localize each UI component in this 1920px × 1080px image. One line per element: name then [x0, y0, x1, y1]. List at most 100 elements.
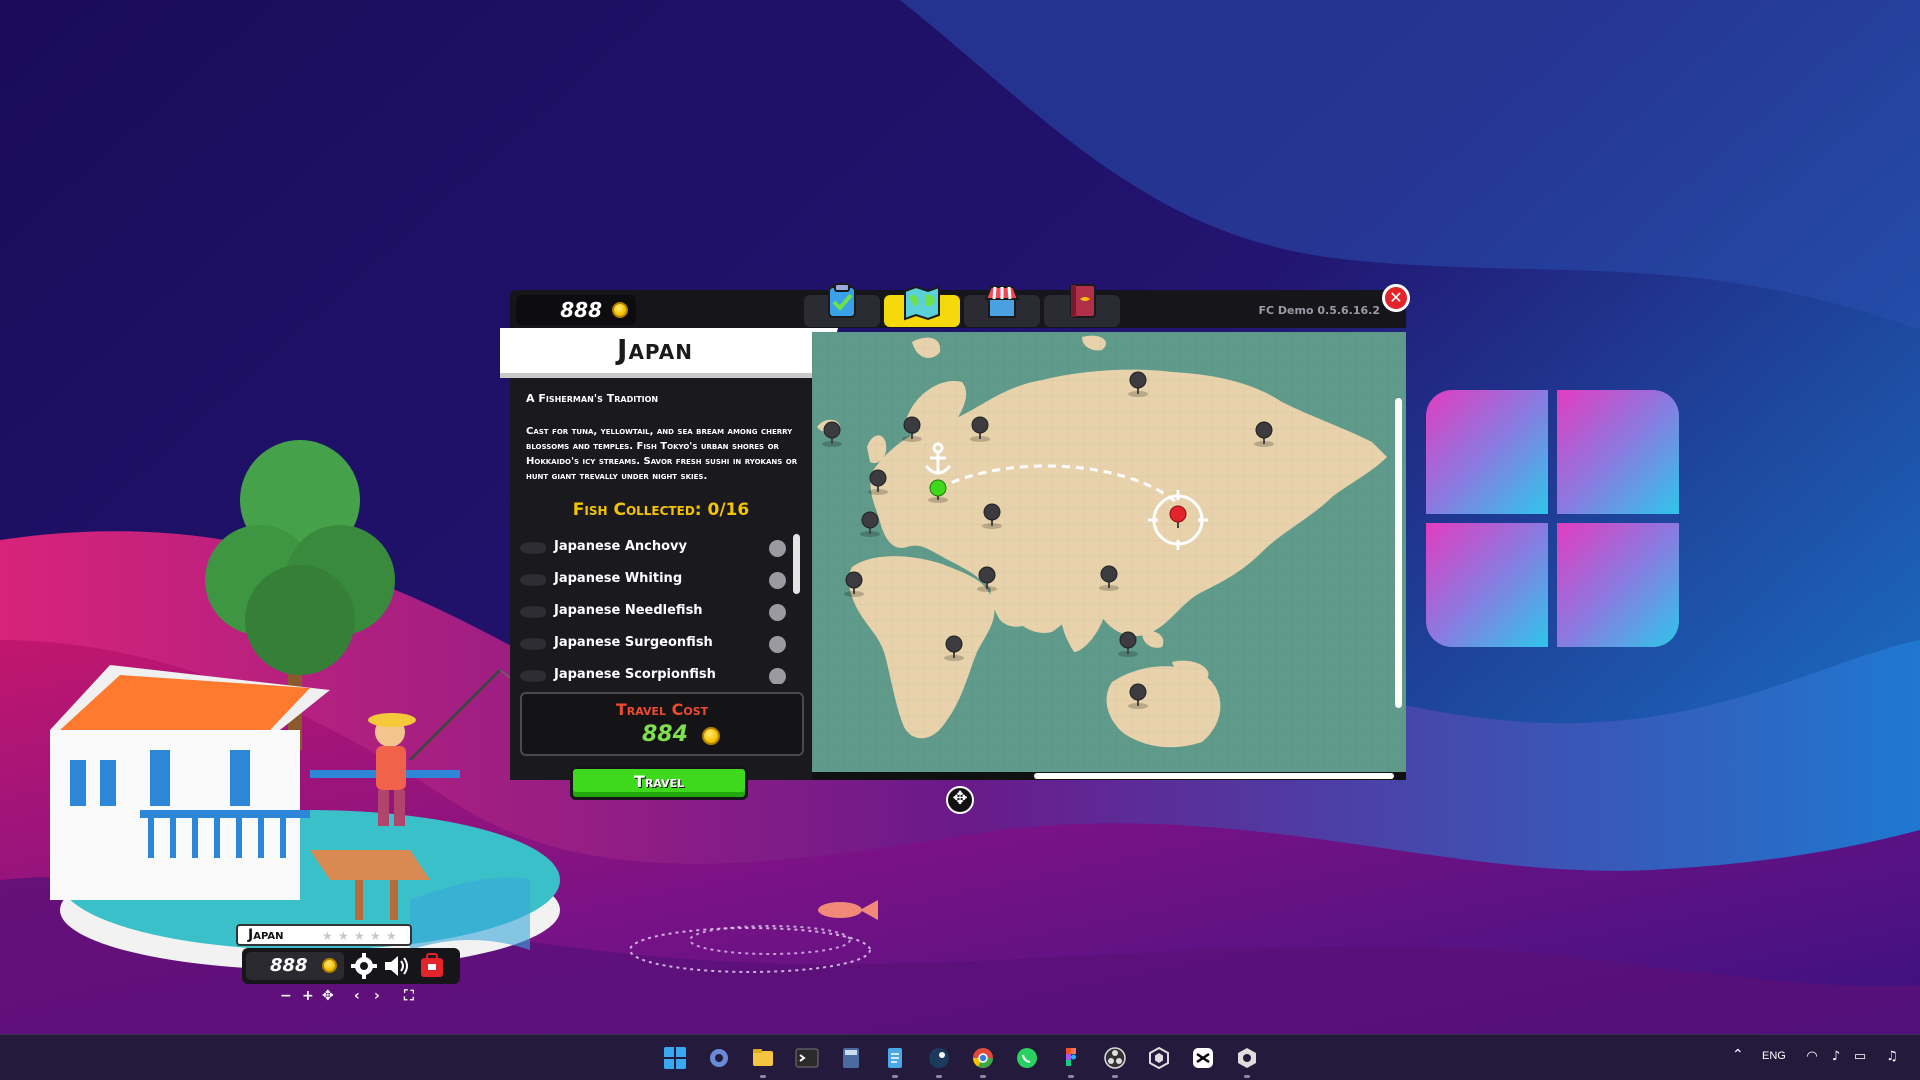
location-pin[interactable]	[1128, 371, 1148, 397]
shop-icon	[984, 286, 1020, 318]
location-pin[interactable]	[844, 571, 864, 597]
location-panel: Japan A Fisherman's Tradition Cast for t…	[500, 328, 838, 780]
capcut-icon[interactable]	[1191, 1046, 1215, 1070]
location-pin[interactable]	[860, 511, 880, 537]
hooked-fish	[629, 900, 878, 973]
list-item[interactable]: Japanese Needlefish	[520, 596, 798, 628]
calculator-icon[interactable]	[839, 1046, 863, 1070]
tab-book[interactable]	[1044, 284, 1120, 327]
chevron-left-icon[interactable]: ‹	[354, 988, 360, 1004]
gear-icon[interactable]	[350, 953, 378, 979]
unity-icon[interactable]	[1147, 1046, 1171, 1070]
close-icon: ✕	[1389, 288, 1403, 307]
coin-icon	[322, 958, 337, 973]
running-indicator	[760, 1075, 766, 1078]
fishing-island-scene	[50, 440, 570, 970]
notification-bell-icon[interactable]: ♫	[1884, 1049, 1900, 1065]
figma-icon[interactable]	[1059, 1046, 1083, 1070]
chevron-right-icon[interactable]: ›	[374, 988, 380, 1004]
location-pin[interactable]	[1118, 631, 1138, 657]
move-icon[interactable]: ✥	[322, 988, 334, 1004]
chrome-icon[interactable]	[971, 1046, 995, 1070]
mini-toolbar: 888	[242, 948, 460, 984]
tackle-box-icon[interactable]	[418, 953, 446, 979]
mini-controls: − + ✥ ‹ › ⛶	[280, 988, 460, 1008]
tab-tasks[interactable]	[804, 283, 880, 327]
fish-silhouette-icon	[520, 542, 546, 554]
whatsapp-icon[interactable]	[1015, 1046, 1039, 1070]
top-bar: 888 FC Demo 0.5.6.16.2 ✕	[510, 283, 1410, 328]
location-pin[interactable]	[982, 503, 1002, 529]
speaker-icon[interactable]	[382, 953, 410, 979]
location-description: Cast for tuna, yellowtail, and sea bream…	[526, 426, 798, 482]
star-icon: ★	[354, 929, 365, 943]
settings-icon[interactable]	[707, 1046, 731, 1070]
list-item[interactable]: Japanese Whiting	[520, 564, 798, 596]
terminal-icon[interactable]	[795, 1046, 819, 1070]
location-pin[interactable]	[944, 635, 964, 661]
running-indicator	[1244, 1075, 1250, 1078]
mini-hud: Japan ★ ★ ★ ★ ★ 888 − + ✥ ‹ › ⛶	[236, 924, 462, 1004]
battery-icon[interactable]: ▭	[1852, 1049, 1868, 1065]
fullscreen-icon[interactable]: ⛶	[404, 988, 414, 1004]
running-indicator	[936, 1075, 942, 1078]
tab-shop[interactable]	[964, 286, 1040, 327]
fish-list-scrollbar[interactable]	[793, 534, 800, 594]
chevron-up-icon[interactable]: ⌃	[1732, 1047, 1744, 1063]
location-pin[interactable]	[1128, 683, 1148, 709]
fish-silhouette-icon	[520, 574, 546, 586]
list-item[interactable]: Japanese Scorpionfish	[520, 660, 798, 684]
start-icon[interactable]	[663, 1046, 687, 1070]
zoom-out-icon[interactable]: −	[280, 988, 292, 1004]
fish-name: Japanese Surgeonfish	[554, 635, 713, 650]
travel-cost-value: 884	[642, 722, 688, 747]
star-icon: ★	[322, 929, 333, 943]
green-pin-icon[interactable]	[928, 479, 948, 503]
close-button[interactable]: ✕	[1382, 284, 1410, 312]
location-pin[interactable]	[970, 416, 990, 442]
map-vertical-scrollbar[interactable]	[1395, 398, 1402, 708]
language-indicator[interactable]: ENG	[1762, 1050, 1786, 1062]
mini-location-badge: Japan ★ ★ ★ ★ ★	[236, 924, 412, 946]
world-map-icon	[904, 285, 940, 321]
running-indicator	[980, 1075, 986, 1078]
wifi-icon[interactable]: ◠	[1804, 1049, 1820, 1065]
location-pin[interactable]	[1254, 421, 1274, 447]
fish-name: Japanese Scorpionfish	[554, 667, 716, 682]
map-horizontal-scrollbar[interactable]	[1034, 773, 1394, 779]
mini-coin-counter: 888	[246, 952, 344, 980]
tab-map[interactable]	[884, 285, 960, 327]
windows-logo-icon	[1426, 390, 1679, 647]
fish-book-icon	[1070, 284, 1096, 318]
volume-icon[interactable]: ♪	[1828, 1049, 1844, 1065]
location-pin[interactable]	[822, 421, 842, 447]
fish-collected-count: Fish Collected: 0/16	[572, 500, 750, 520]
location-pin[interactable]	[977, 566, 997, 592]
version-label: FC Demo 0.5.6.16.2	[1258, 304, 1381, 317]
uncaught-indicator-icon	[769, 604, 786, 621]
zoom-in-icon[interactable]: +	[302, 988, 314, 1004]
running-indicator	[1112, 1075, 1118, 1078]
uncaught-indicator-icon	[769, 572, 786, 589]
steam-icon[interactable]	[927, 1046, 951, 1070]
notepad-icon[interactable]	[883, 1046, 907, 1070]
uncaught-indicator-icon	[769, 540, 786, 557]
coin-counter: 888	[516, 295, 636, 325]
obs-icon[interactable]	[1103, 1046, 1127, 1070]
clipboard-check-icon	[828, 283, 856, 318]
world-map[interactable]	[812, 332, 1406, 780]
list-item[interactable]: Japanese Anchovy	[520, 532, 798, 564]
running-indicator	[1068, 1075, 1074, 1078]
move-window-icon[interactable]: ✥	[946, 786, 974, 814]
travel-cost-label: Travel Cost	[615, 700, 709, 719]
file-explorer-icon[interactable]	[751, 1046, 775, 1070]
location-pin[interactable]	[1099, 565, 1119, 591]
location-subtitle: A Fisherman's Tradition	[526, 392, 659, 405]
location-pin[interactable]	[902, 416, 922, 442]
list-item[interactable]: Japanese Surgeonfish	[520, 628, 798, 660]
location-title-banner: Japan	[500, 328, 838, 378]
travel-button[interactable]: Travel	[570, 766, 748, 800]
location-pin[interactable]	[868, 469, 888, 495]
fish-list[interactable]: Japanese Anchovy Japanese Whiting Japane…	[520, 532, 798, 684]
fishing-game-icon[interactable]	[1235, 1046, 1259, 1070]
